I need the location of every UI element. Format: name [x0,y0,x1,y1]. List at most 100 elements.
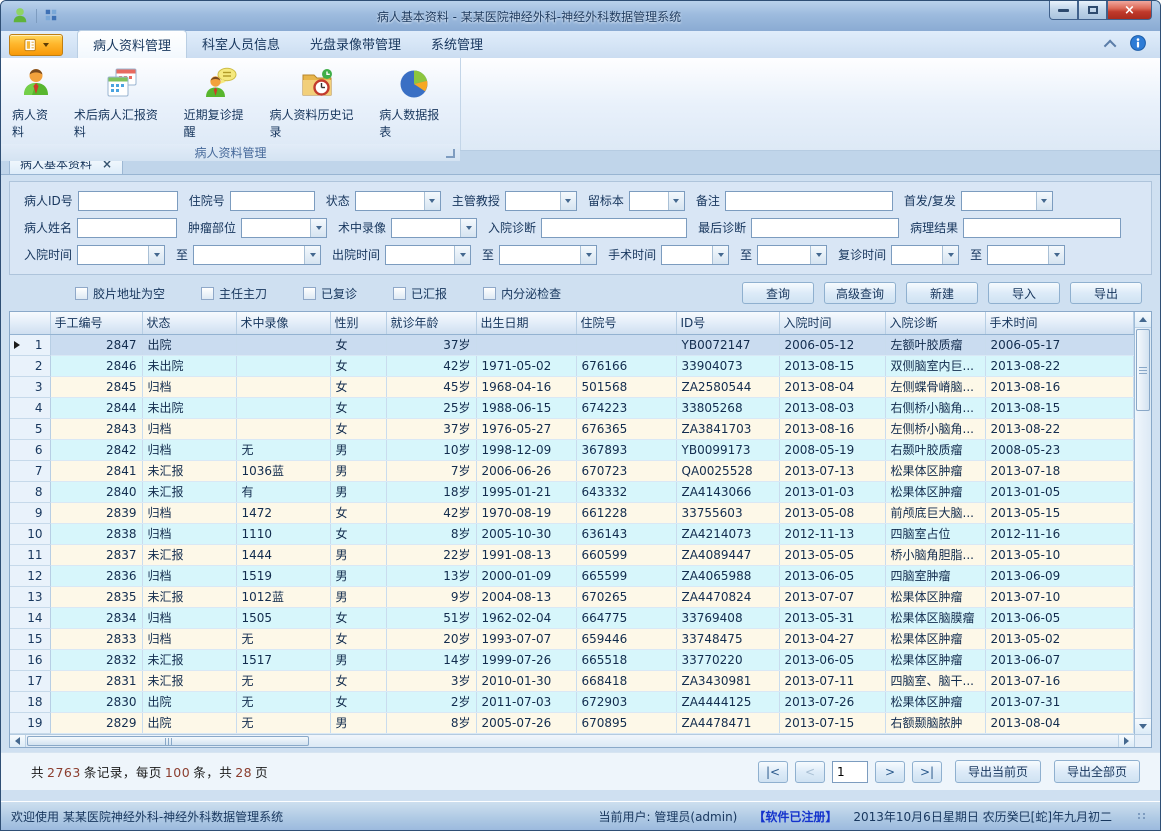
table-cell[interactable]: 2013-08-15 [985,397,1134,418]
table-cell[interactable]: 无 [236,691,330,712]
combo-dropdown-button[interactable] [310,219,326,237]
combo-dropdown-button[interactable] [580,246,596,264]
filter-combo[interactable] [891,245,959,265]
table-cell[interactable]: 女 [330,607,386,628]
ribbon-tab-2[interactable]: 科室人员信息 [187,30,295,58]
table-cell[interactable]: 2841 [50,460,142,481]
scroll-right-button[interactable] [1118,735,1134,747]
table-cell[interactable]: 2835 [50,586,142,607]
vertical-scrollbar[interactable] [1134,312,1151,734]
table-cell[interactable]: 20岁 [386,628,476,649]
table-cell[interactable]: YB0099173 [676,439,779,460]
table-cell[interactable]: 2013-05-10 [985,544,1134,565]
table-cell[interactable]: 1444 [236,544,330,565]
row-number-cell[interactable]: 17 [10,670,50,691]
row-number-cell[interactable]: 15 [10,628,50,649]
table-cell[interactable]: 2013-05-02 [985,628,1134,649]
table-cell[interactable]: 男 [330,586,386,607]
table-cell[interactable]: 归档 [142,607,236,628]
row-number-cell[interactable]: 19 [10,712,50,733]
column-header[interactable]: 手术时间 [985,312,1134,334]
table-row[interactable]: 102838归档1110女8岁2005-10-30636143ZA4214073… [10,523,1134,544]
table-cell[interactable]: 松果体区脑膜瘤 [885,607,985,628]
filter-text-input[interactable] [78,191,178,211]
registered-link[interactable]: 【软件已注册】 [753,808,837,825]
table-cell[interactable]: 2006-05-17 [985,334,1134,355]
table-row[interactable]: 82840未汇报有男18岁1995-01-21643332ZA414306620… [10,481,1134,502]
table-cell[interactable]: 2013-01-03 [779,481,885,502]
table-cell[interactable]: 未出院 [142,355,236,376]
table-cell[interactable]: 2008-05-23 [985,439,1134,460]
table-cell[interactable]: 归档 [142,628,236,649]
table-cell[interactable]: 33904073 [676,355,779,376]
export-button[interactable]: 导出 [1070,282,1142,304]
table-row[interactable]: 162832未汇报1517男14岁1999-07-266655183377022… [10,649,1134,670]
table-cell[interactable]: 661228 [576,502,676,523]
combo-dropdown-button[interactable] [148,246,164,264]
table-cell[interactable]: 男 [330,649,386,670]
table-cell[interactable]: 松果体区肿瘤 [885,691,985,712]
table-cell[interactable] [236,376,330,397]
combo-dropdown-button[interactable] [460,219,476,237]
table-cell[interactable]: 10岁 [386,439,476,460]
resize-grip[interactable] [1138,813,1146,819]
table-cell[interactable]: 660599 [576,544,676,565]
combo-dropdown-button[interactable] [304,246,320,264]
table-cell[interactable]: 2013-08-15 [779,355,885,376]
advanced-query-button[interactable]: 高级查询 [824,282,896,304]
combo-dropdown-button[interactable] [560,192,576,210]
table-cell[interactable]: 松果体区肿瘤 [885,586,985,607]
table-cell[interactable]: 2011-07-03 [476,691,576,712]
table-cell[interactable]: 1971-05-02 [476,355,576,376]
table-cell[interactable]: 2845 [50,376,142,397]
row-number-cell[interactable]: 12 [10,565,50,586]
table-row[interactable]: 42844未出院女25岁1988-06-15674223338052682013… [10,397,1134,418]
column-header[interactable]: 性别 [330,312,386,334]
table-cell[interactable]: 14岁 [386,649,476,670]
table-cell[interactable]: 左侧桥小脑角... [885,418,985,439]
table-cell[interactable]: 归档 [142,565,236,586]
table-cell[interactable]: 未汇报 [142,586,236,607]
table-cell[interactable]: 2008-05-19 [779,439,885,460]
filter-text-input[interactable] [77,218,177,238]
table-cell[interactable]: 1012蓝 [236,586,330,607]
table-cell[interactable]: 2013-08-03 [779,397,885,418]
table-cell[interactable]: 37岁 [386,418,476,439]
table-cell[interactable]: 2013-08-16 [779,418,885,439]
table-cell[interactable]: 右颞叶胶质瘤 [885,439,985,460]
table-cell[interactable]: 2013-07-13 [779,460,885,481]
combo-dropdown-button[interactable] [810,246,826,264]
checkbox-item-2[interactable]: 主任主刀 [201,285,267,302]
filter-combo[interactable] [499,245,597,265]
table-cell[interactable]: 2013-07-15 [779,712,885,733]
table-cell[interactable] [236,397,330,418]
table-row[interactable]: 192829出院无男8岁2005-07-26670895ZA4478471201… [10,712,1134,733]
table-cell[interactable]: 2842 [50,439,142,460]
combo-dropdown-button[interactable] [668,192,684,210]
combo-value[interactable] [78,246,148,264]
combo-dropdown-button[interactable] [454,246,470,264]
row-number-cell[interactable]: 2 [10,355,50,376]
table-cell[interactable]: 1991-08-13 [476,544,576,565]
table-cell[interactable] [236,418,330,439]
table-cell[interactable]: 1517 [236,649,330,670]
table-cell[interactable]: 2013-06-05 [779,565,885,586]
table-cell[interactable]: 右额颞脑脓肿 [885,712,985,733]
table-cell[interactable]: 女 [330,418,386,439]
table-cell[interactable]: 1472 [236,502,330,523]
table-cell[interactable]: 1988-06-15 [476,397,576,418]
row-number-cell[interactable]: 1 [10,334,50,355]
table-cell[interactable]: 左侧蝶骨嵴脑... [885,376,985,397]
combo-value[interactable] [386,246,454,264]
row-number-cell[interactable]: 9 [10,502,50,523]
table-cell[interactable]: 归档 [142,502,236,523]
table-cell[interactable]: 33755603 [676,502,779,523]
table-cell[interactable]: 未汇报 [142,481,236,502]
table-cell[interactable]: 2844 [50,397,142,418]
table-cell[interactable]: 659446 [576,628,676,649]
page-number-input[interactable] [832,761,868,783]
table-cell[interactable]: ZA4143066 [676,481,779,502]
table-cell[interactable]: 2838 [50,523,142,544]
table-row[interactable]: 62842归档无男10岁1998-12-09367893YB0099173200… [10,439,1134,460]
column-header[interactable]: 术中录像 [236,312,330,334]
